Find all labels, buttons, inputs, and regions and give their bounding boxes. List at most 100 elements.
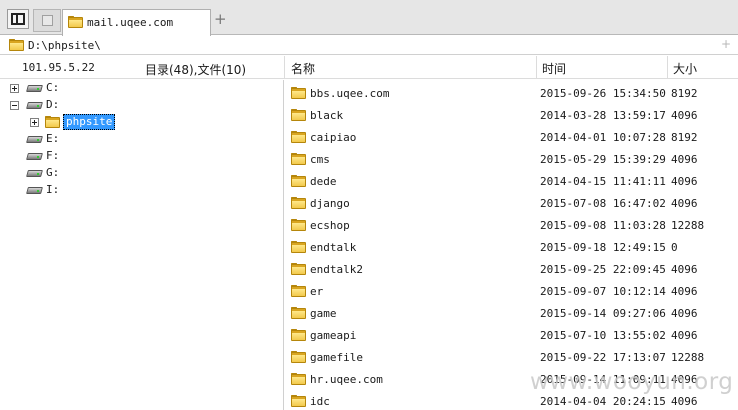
file-size: 12288 [671,351,705,364]
list-item[interactable]: ecshop 2015-09-08 11:03:28 12288 [285,214,738,236]
list-item[interactable]: cms 2015-05-29 15:39:29 4096 [285,148,738,170]
expand-icon[interactable] [10,84,19,93]
tree-node-label: phpsite [63,114,116,130]
folder-icon [45,116,60,128]
folder-icon [291,87,306,99]
column-header-name[interactable]: 名称 [291,60,315,77]
file-name: gamefile [310,351,363,364]
file-time: 2015-09-18 12:49:15 [540,241,666,254]
file-size: 8192 [671,131,698,144]
file-name: ecshop [310,219,350,232]
tree-node-label: C: [46,81,60,94]
file-name: caipiao [310,131,357,144]
list-item[interactable]: game 2015-09-14 09:27:06 4096 [285,302,738,324]
list-item[interactable]: dede 2014-04-15 11:41:11 4096 [285,170,738,192]
list-item[interactable]: caipiao 2014-04-01 10:07:28 8192 [285,126,738,148]
folder-icon [291,373,306,385]
add-bookmark-button[interactable]: + [721,37,731,51]
tree-node-d[interactable]: D: [10,97,210,113]
file-time: 2015-09-26 15:34:50 [540,87,666,100]
tree-node-f[interactable]: F: [26,148,227,164]
tree-node-i[interactable]: I: [26,182,227,198]
file-size: 4096 [671,175,698,188]
drive-icon [26,101,43,109]
watermark: www.wooyun.org [530,369,734,395]
tree-node-label: E: [46,132,60,145]
collapse-icon[interactable] [10,101,19,110]
folder-icon [291,219,306,231]
sidebar-panel-icon [11,13,25,25]
file-name: gameapi [310,329,357,342]
file-size: 4096 [671,395,698,408]
address-bar[interactable]: D:\phpsite\ + [0,36,738,55]
drive-icon [26,135,43,143]
folder-icon [68,16,83,28]
file-time: 2014-04-04 20:24:15 [540,395,666,408]
column-divider[interactable] [284,56,285,79]
list-item[interactable]: endtalk2 2015-09-25 22:09:45 4096 [285,258,738,280]
tree-node-phpsite[interactable]: phpsite [30,114,230,130]
file-name: bbs.uqee.com [310,87,390,100]
file-size: 4096 [671,263,698,276]
drive-icon [26,169,43,177]
file-time: 2015-09-22 17:13:07 [540,351,666,364]
blank-tab[interactable] [33,9,61,32]
file-name: er [310,285,324,298]
folder-icon [291,153,306,165]
list-item[interactable]: django 2015-07-08 16:47:02 4096 [285,192,738,214]
file-name: django [310,197,350,210]
folder-icon [291,175,306,187]
file-time: 2014-03-28 13:59:17 [540,109,666,122]
list-item[interactable]: black 2014-03-28 13:59:17 4096 [285,104,738,126]
file-time: 2014-04-01 10:07:28 [540,131,666,144]
column-header-size[interactable]: 大小 [673,60,697,77]
file-name: endtalk [310,241,357,254]
folder-icon [291,285,306,297]
file-name: black [310,109,344,122]
file-time: 2015-09-14 09:27:06 [540,307,666,320]
file-time: 2014-04-15 11:41:11 [540,175,666,188]
server-ip: 101.95.5.22 [22,61,95,74]
drive-icon [26,186,43,194]
file-name: game [310,307,337,320]
tree-node-label: F: [46,149,60,162]
directory-tree: C: D: phpsite E: F: G: I: [0,80,284,410]
file-time: 2015-09-07 10:12:14 [540,285,666,298]
list-item[interactable]: bbs.uqee.com 2015-09-26 15:34:50 8192 [285,82,738,104]
folder-icon [291,351,306,363]
drive-icon [26,84,43,92]
list-header: 101.95.5.22 目录(48),文件(10) 名称 时间 大小 [0,56,738,79]
tree-node-c[interactable]: C: [10,80,210,96]
tree-node-e[interactable]: E: [26,131,227,147]
window-icon [42,15,53,26]
folder-icon [291,329,306,341]
file-size: 12288 [671,219,705,232]
tab-active[interactable]: mail.uqee.com [62,9,211,36]
list-item[interactable]: endtalk 2015-09-18 12:49:15 0 [285,236,738,258]
file-name: endtalk2 [310,263,363,276]
address-path[interactable]: D:\phpsite\ [28,39,101,52]
file-name: dede [310,175,337,188]
file-name: idc [310,395,330,408]
file-name: cms [310,153,330,166]
folder-icon [9,39,24,51]
list-item[interactable]: gameapi 2015-07-10 13:55:02 4096 [285,324,738,346]
tree-node-label: I: [46,183,60,196]
file-time: 2015-07-10 13:55:02 [540,329,666,342]
folder-icon [291,131,306,143]
column-header-time[interactable]: 时间 [542,60,566,77]
list-item[interactable]: gamefile 2015-09-22 17:13:07 12288 [285,346,738,368]
tree-node-g[interactable]: G: [26,165,227,181]
column-divider[interactable] [536,56,537,79]
file-size: 4096 [671,197,698,210]
tab-label: mail.uqee.com [87,16,174,29]
expand-icon[interactable] [30,118,39,127]
tab-bar: mail.uqee.com + [0,0,738,36]
folder-icon [291,197,306,209]
folder-icon [291,241,306,253]
toggle-panel-button[interactable] [7,9,29,29]
tree-node-label: G: [46,166,60,179]
add-tab-button[interactable]: + [214,12,227,27]
list-item[interactable]: er 2015-09-07 10:12:14 4096 [285,280,738,302]
column-divider[interactable] [667,56,668,79]
